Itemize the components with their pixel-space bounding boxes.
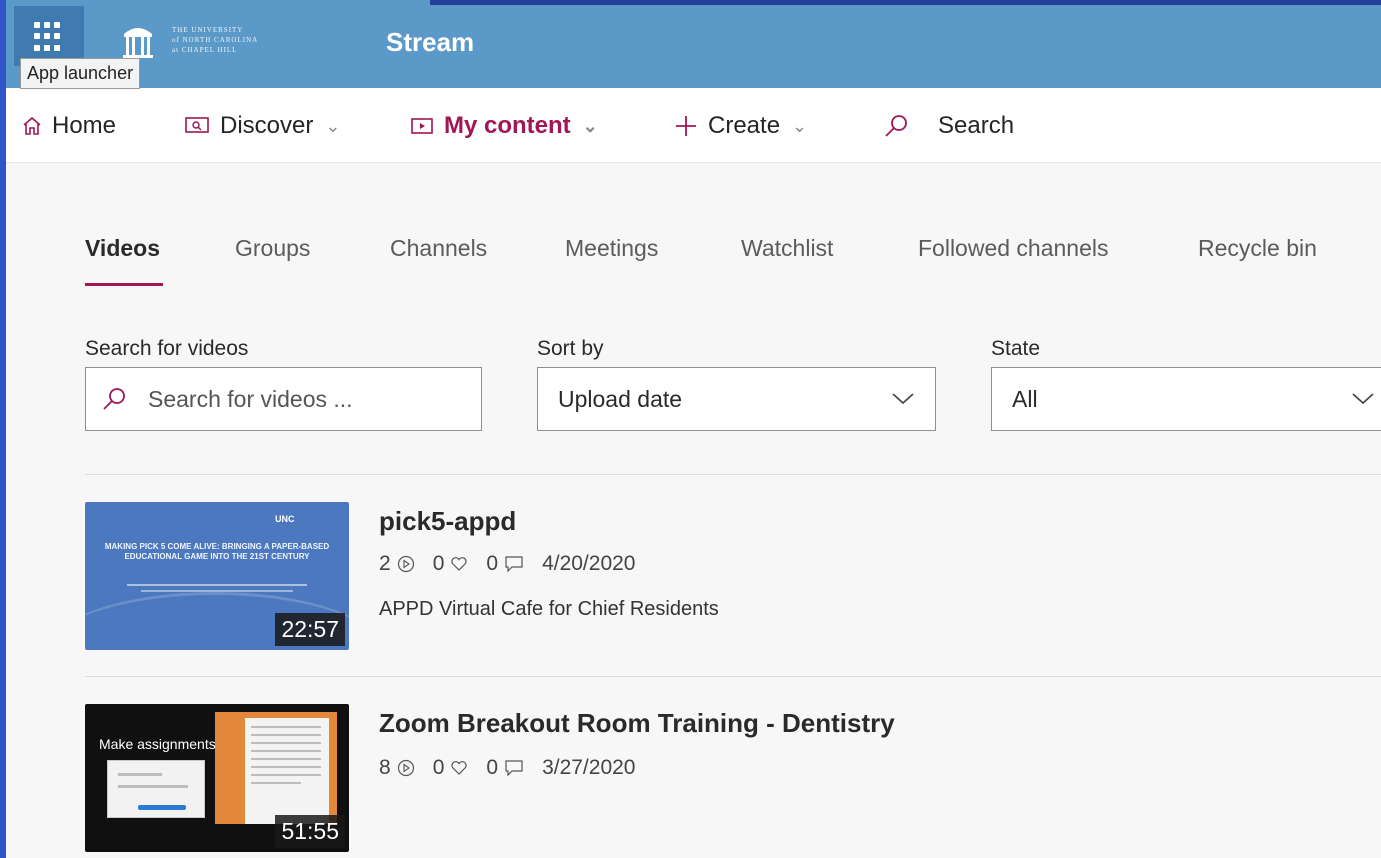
views-count: 8 [379,756,415,780]
app-launcher-button[interactable] [14,6,84,66]
play-circle-icon [397,555,414,573]
tab-groups[interactable]: Groups [235,235,310,262]
play-circle-icon [397,759,414,777]
comment-icon [505,556,523,573]
thumbnail-decoration [245,718,329,824]
thumbnail-decoration [107,760,205,818]
tab-followed-channels[interactable]: Followed channels [918,235,1109,262]
app-title[interactable]: Stream [386,27,474,58]
video-title[interactable]: pick5-appd [379,506,516,537]
thumbnail-logo: UNC [275,514,295,524]
thumbnail-heading: MAKING PICK 5 COME ALIVE: BRINGING A PAP… [104,542,330,561]
views-value: 2 [379,552,391,575]
heart-icon [451,557,467,571]
search-icon [885,115,907,137]
active-tab-indicator [85,283,163,286]
chevron-down-icon: ⌄ [792,115,808,136]
tab-videos[interactable]: Videos [85,235,160,262]
tab-watchlist[interactable]: Watchlist [741,235,833,262]
video-description: APPD Virtual Cafe for Chief Residents [379,598,719,620]
stream-window: THE UNIVERSITY of NORTH CAROLINA at CHAP… [6,0,1381,858]
video-stats: 2 0 0 4/20/2020 [379,552,636,576]
university-name: THE UNIVERSITY of NORTH CAROLINA at CHAP… [172,25,258,55]
nav-home[interactable]: Home [22,110,116,142]
heart-icon [451,761,467,775]
waffle-icon [34,22,64,52]
unc-logo[interactable]: THE UNIVERSITY of NORTH CAROLINA at CHAP… [118,18,318,62]
discover-icon [185,117,209,133]
views-value: 8 [379,756,391,779]
views-count: 2 [379,552,415,576]
video-icon [411,118,433,134]
thumbnail-heading: Make assignments [99,736,216,752]
search-videos-placeholder: Search for videos ... [148,385,353,412]
video-duration: 51:55 [275,815,345,848]
nav-create-label: Create [708,112,781,139]
nav-search[interactable]: Search [882,110,1014,142]
chevron-down-icon: ⌄ [582,115,598,136]
nav-discover[interactable]: Discover ⌄ [184,110,340,142]
state-dropdown[interactable]: All [991,367,1381,431]
upload-date: 4/20/2020 [542,552,636,575]
video-duration: 22:57 [275,613,345,646]
comment-icon [505,760,523,777]
comments-value: 0 [486,552,499,575]
main-nav: Home Discover ⌄ My content ⌄ Create ⌄ Se… [6,88,1381,163]
nav-my-content[interactable]: My content ⌄ [410,110,598,142]
logo-line-2: of NORTH CAROLINA [172,36,259,44]
old-well-icon [123,28,153,58]
sort-by-dropdown[interactable]: Upload date [537,367,936,431]
list-divider [85,676,1381,677]
nav-discover-label: Discover [220,112,314,139]
logo-line-1: THE UNIVERSITY [172,26,244,34]
sort-by-value: Upload date [558,385,683,412]
app-header: THE UNIVERSITY of NORTH CAROLINA at CHAP… [6,0,1381,88]
window-edge [430,0,1381,5]
nav-home-label: Home [52,112,117,139]
tab-meetings[interactable]: Meetings [565,235,658,262]
video-stats: 8 0 0 3/27/2020 [379,756,636,780]
sort-by-label: Sort by [537,337,604,360]
tab-channels[interactable]: Channels [390,235,487,262]
thumbnail-subtext [107,580,327,596]
likes-value: 0 [432,756,445,779]
chevron-down-icon [892,393,914,405]
video-title[interactable]: Zoom Breakout Room Training - Dentistry [379,708,895,739]
state-label: State [991,337,1041,360]
likes-value: 0 [432,552,445,575]
video-thumbnail[interactable]: UNC MAKING PICK 5 COME ALIVE: BRINGING A… [85,502,349,650]
likes-count: 0 [433,756,469,780]
nav-my-content-label: My content [444,112,571,139]
logo-line-3: at CHAPEL HILL [172,46,238,54]
comments-count: 0 [486,756,524,780]
likes-count: 0 [433,552,469,576]
state-value: All [1012,385,1038,412]
home-icon [23,116,41,135]
nav-search-label: Search [938,112,1015,139]
upload-date: 3/27/2020 [542,756,636,779]
comments-value: 0 [486,756,499,779]
list-divider [85,474,1381,475]
tab-recycle-bin[interactable]: Recycle bin [1198,235,1317,262]
comments-count: 0 [486,552,524,576]
plus-icon [676,116,696,136]
chevron-down-icon [1352,393,1374,405]
nav-create[interactable]: Create ⌄ [674,110,807,142]
search-videos-label: Search for videos [85,337,249,360]
search-videos-input[interactable]: Search for videos ... [85,367,482,431]
app-launcher-tooltip: App launcher [20,58,141,89]
chevron-down-icon: ⌄ [325,115,341,136]
video-thumbnail[interactable]: Make assignments 51:55 [85,704,349,852]
search-icon [103,388,125,410]
